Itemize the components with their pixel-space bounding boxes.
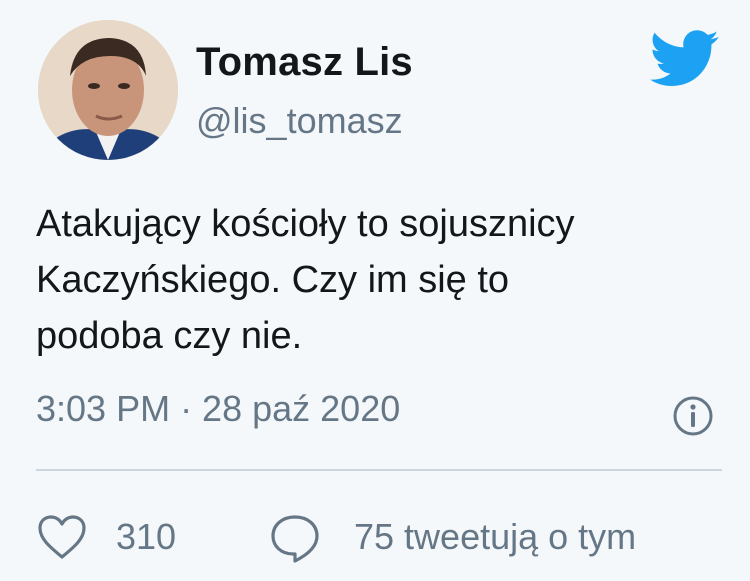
speech-bubble-icon	[271, 515, 319, 563]
tweet-text: Atakujący kościoły to sojusznicy Kaczyńs…	[36, 203, 575, 357]
like-count: 310	[116, 516, 177, 557]
info-icon[interactable]	[671, 394, 715, 438]
like-button[interactable]: 310	[36, 508, 176, 566]
divider	[36, 469, 722, 471]
tweet-card: Tomasz Lis @lis_tomasz Atakujący kościoł…	[0, 0, 750, 581]
avatar-image	[38, 20, 178, 160]
author-handle[interactable]: @lis_tomasz	[196, 100, 403, 142]
retweet-count-text: 75 tweetują o tym	[354, 516, 637, 557]
twitter-bird-icon[interactable]	[650, 30, 720, 88]
heart-icon	[38, 515, 86, 559]
avatar[interactable]	[38, 20, 178, 160]
retweet-info-button[interactable]: 75 tweetują o tym	[268, 508, 636, 566]
author-display-name[interactable]: Tomasz Lis	[196, 40, 413, 85]
tweet-timestamp[interactable]: 3:03 PM · 28 paź 2020	[36, 388, 400, 430]
